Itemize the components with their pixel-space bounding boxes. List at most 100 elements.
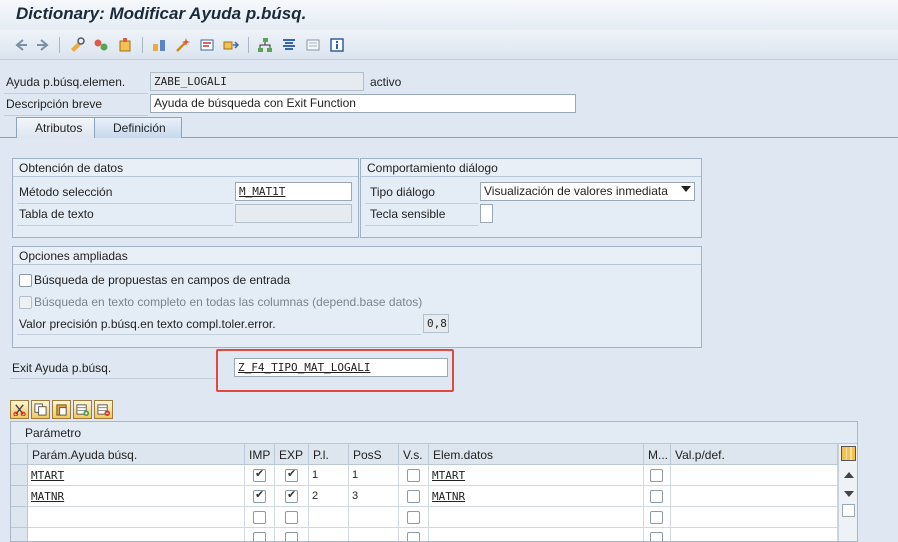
column-header-exp[interactable]: EXP bbox=[275, 444, 309, 465]
test-icon[interactable] bbox=[198, 36, 216, 54]
table-cell-imp[interactable] bbox=[245, 507, 275, 528]
delete-row-icon[interactable] bbox=[94, 400, 113, 419]
check-icon[interactable] bbox=[150, 36, 168, 54]
table-cell-m[interactable] bbox=[644, 528, 671, 541]
table-cell-exp[interactable] bbox=[275, 507, 309, 528]
document-icon[interactable] bbox=[304, 36, 322, 54]
column-config-icon[interactable] bbox=[841, 446, 856, 461]
structure-icon[interactable] bbox=[280, 36, 298, 54]
imp-checkbox[interactable] bbox=[253, 532, 266, 541]
imp-checkbox[interactable] bbox=[253, 511, 266, 524]
dialog-type-select[interactable]: Visualización de valores inmediata bbox=[480, 182, 695, 201]
search-help-name-field[interactable]: ZABE_LOGALI bbox=[150, 72, 364, 91]
table-cell-exp[interactable] bbox=[275, 465, 309, 486]
where-used-icon[interactable] bbox=[222, 36, 240, 54]
table-cell-data-element[interactable]: MATNR bbox=[429, 486, 644, 507]
table-cell-default[interactable] bbox=[671, 486, 838, 507]
precision-field[interactable]: 0,8 bbox=[423, 314, 449, 333]
table-cell-exp[interactable] bbox=[275, 528, 309, 541]
scroll-up-icon[interactable] bbox=[844, 472, 854, 478]
vs-checkbox[interactable] bbox=[407, 469, 420, 482]
copy-row-icon[interactable] bbox=[31, 400, 50, 419]
table-cell-m[interactable] bbox=[644, 507, 671, 528]
selection-method-field[interactable]: M_MAT1T bbox=[235, 182, 352, 201]
column-header-m[interactable]: M... bbox=[644, 444, 671, 465]
scroll-down-icon[interactable] bbox=[844, 491, 854, 497]
m-checkbox[interactable] bbox=[650, 469, 663, 482]
table-cell-param[interactable]: MATNR bbox=[28, 486, 245, 507]
table-cell-data-element[interactable]: MTART bbox=[429, 465, 644, 486]
forward-arrow-icon[interactable] bbox=[34, 36, 52, 54]
info-icon[interactable] bbox=[328, 36, 346, 54]
exp-checkbox[interactable] bbox=[285, 467, 298, 482]
table-cell-exp[interactable] bbox=[275, 486, 309, 507]
tab-atributos[interactable]: Atributos bbox=[16, 117, 98, 138]
cut-row-icon[interactable] bbox=[10, 400, 29, 419]
imp-checkbox[interactable] bbox=[253, 467, 266, 482]
m-checkbox[interactable] bbox=[650, 532, 663, 541]
column-header-pos[interactable]: PosS bbox=[349, 444, 399, 465]
table-cell-pos[interactable] bbox=[349, 507, 399, 528]
table-cell-param[interactable]: MTART bbox=[28, 465, 245, 486]
display-change-icon[interactable] bbox=[68, 36, 86, 54]
table-cell-param[interactable] bbox=[28, 528, 245, 541]
scroll-thumb[interactable] bbox=[842, 504, 855, 517]
row-selector[interactable] bbox=[11, 465, 28, 486]
back-arrow-icon[interactable] bbox=[12, 36, 30, 54]
active-inactive-icon[interactable] bbox=[92, 36, 110, 54]
select-all-cell[interactable] bbox=[11, 444, 28, 465]
table-cell-pos[interactable]: 3 bbox=[349, 486, 399, 507]
table-scrollbar[interactable] bbox=[838, 444, 857, 541]
table-cell-default[interactable] bbox=[671, 528, 838, 541]
table-cell-vs[interactable] bbox=[399, 486, 429, 507]
table-cell-vs[interactable] bbox=[399, 507, 429, 528]
exp-checkbox[interactable] bbox=[285, 488, 298, 503]
table-cell-pos[interactable] bbox=[349, 528, 399, 541]
vs-checkbox[interactable] bbox=[407, 511, 420, 524]
table-cell-pl[interactable]: 1 bbox=[309, 465, 349, 486]
exp-checkbox[interactable] bbox=[285, 511, 298, 524]
row-selector[interactable] bbox=[11, 507, 28, 528]
hotkey-field[interactable] bbox=[480, 204, 493, 223]
column-header-pl[interactable]: P.l. bbox=[309, 444, 349, 465]
table-cell-data-element[interactable] bbox=[429, 507, 644, 528]
hierarchy-icon[interactable] bbox=[256, 36, 274, 54]
text-table-field[interactable] bbox=[235, 204, 352, 223]
m-checkbox[interactable] bbox=[650, 511, 663, 524]
column-header-default-value[interactable]: Val.p/def. bbox=[671, 444, 838, 465]
row-selector[interactable] bbox=[11, 528, 28, 541]
paste-row-icon[interactable] bbox=[52, 400, 71, 419]
table-cell-pl[interactable] bbox=[309, 528, 349, 541]
table-cell-m[interactable] bbox=[644, 486, 671, 507]
table-cell-pl[interactable] bbox=[309, 507, 349, 528]
column-header-vs[interactable]: V.s. bbox=[399, 444, 429, 465]
exp-checkbox[interactable] bbox=[285, 532, 298, 541]
table-cell-vs[interactable] bbox=[399, 465, 429, 486]
table-cell-imp[interactable] bbox=[245, 528, 275, 541]
tab-definicion[interactable]: Definición bbox=[94, 117, 182, 138]
proposal-search-checkbox[interactable] bbox=[19, 274, 32, 287]
table-cell-imp[interactable] bbox=[245, 465, 275, 486]
table-cell-m[interactable] bbox=[644, 465, 671, 486]
column-header-data-element[interactable]: Elem.datos bbox=[429, 444, 644, 465]
m-checkbox[interactable] bbox=[650, 490, 663, 503]
vs-checkbox[interactable] bbox=[407, 490, 420, 503]
column-header-imp[interactable]: IMP bbox=[245, 444, 275, 465]
column-header-param[interactable]: Parám.Ayuda búsq. bbox=[28, 444, 245, 465]
row-selector[interactable] bbox=[11, 486, 28, 507]
short-description-field[interactable]: Ayuda de búsqueda con Exit Function bbox=[150, 94, 576, 113]
table-cell-vs[interactable] bbox=[399, 528, 429, 541]
table-cell-pl[interactable]: 2 bbox=[309, 486, 349, 507]
imp-checkbox[interactable] bbox=[253, 488, 266, 503]
table-cell-pos[interactable]: 1 bbox=[349, 465, 399, 486]
chevron-down-icon[interactable] bbox=[681, 186, 691, 192]
table-cell-default[interactable] bbox=[671, 507, 838, 528]
activate-icon[interactable] bbox=[174, 36, 192, 54]
other-object-icon[interactable] bbox=[116, 36, 134, 54]
vs-checkbox[interactable] bbox=[407, 532, 420, 541]
table-cell-imp[interactable] bbox=[245, 486, 275, 507]
insert-row-icon[interactable] bbox=[73, 400, 92, 419]
table-cell-default[interactable] bbox=[671, 465, 838, 486]
table-cell-param[interactable] bbox=[28, 507, 245, 528]
table-cell-data-element[interactable] bbox=[429, 528, 644, 541]
